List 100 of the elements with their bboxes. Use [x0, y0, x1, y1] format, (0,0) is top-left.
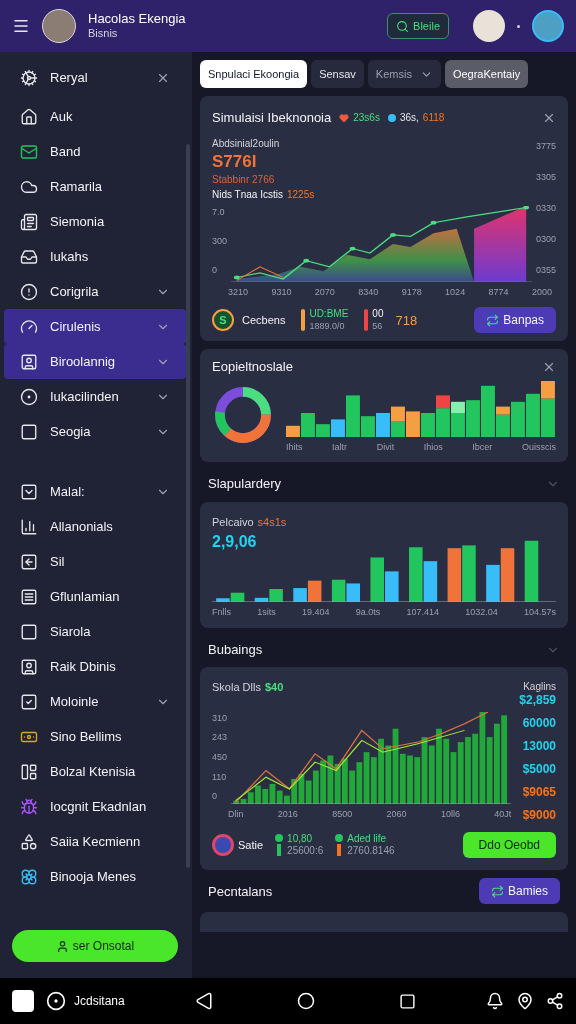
sidebar-item[interactable]: Biroolannig	[4, 344, 186, 379]
sidebar-item[interactable]: Sil	[4, 544, 186, 579]
avatar[interactable]	[473, 10, 505, 42]
back-icon[interactable]	[194, 992, 213, 1010]
axis-label: 40Jt	[494, 807, 512, 821]
map-pin-icon[interactable]	[516, 992, 534, 1010]
axis-label: 0300	[535, 233, 556, 247]
sidebar-item[interactable]: Bolzal Ktenisia	[4, 754, 186, 789]
chart-bar	[423, 561, 438, 603]
action-button[interactable]: Ddo Oeobd	[462, 832, 556, 859]
app-icon[interactable]	[12, 990, 34, 1012]
coin-badge: S	[212, 309, 234, 332]
stat-caption: 56	[372, 320, 384, 333]
stat-label-value: s4s1s	[257, 514, 287, 530]
axis-label: 104.57s	[523, 606, 556, 620]
action-button[interactable]: Banpas	[474, 307, 556, 334]
action-button[interactable]: ser Onsotal	[12, 930, 178, 962]
sidebar-item[interactable]: Iukahs	[4, 239, 186, 274]
sidebar-item[interactable]: Gflunlamian	[4, 579, 186, 614]
user-icon	[55, 939, 69, 953]
search-button[interactable]: Bleile	[387, 13, 449, 39]
axis-label: 2060	[386, 807, 407, 821]
axis-label: 3210	[228, 285, 249, 299]
stat-label: Skola Dlls	[212, 680, 261, 696]
axis-label: 110	[212, 770, 228, 784]
axis-label: 450	[212, 751, 228, 764]
sidebar-item[interactable]: Cirulenis	[4, 309, 186, 344]
legend-value: 6118	[422, 111, 445, 126]
sidebar-item[interactable]: Allanonials	[4, 509, 186, 544]
sidebar-item[interactable]: Malal:	[4, 474, 186, 509]
axis-label: Ibcer	[472, 440, 493, 454]
user-card-icon	[20, 352, 38, 371]
chart-bar	[421, 412, 435, 437]
sidebar-item[interactable]: Moloinle	[4, 684, 186, 719]
stat-label-value: $40	[264, 680, 284, 696]
stat-value: 2,9,06	[212, 532, 258, 553]
axis-label: Dlin	[228, 807, 244, 821]
home-icon[interactable]	[296, 992, 315, 1010]
sidebar-heading: Reryal	[50, 68, 89, 87]
share-icon[interactable]	[546, 992, 564, 1010]
chart-bar	[447, 548, 462, 603]
stat-value: Aded life	[347, 832, 388, 846]
menu-icon[interactable]	[12, 17, 30, 35]
axis-label: 0355	[535, 264, 556, 278]
toolbar-button[interactable]: OegraKentaiy	[444, 60, 529, 88]
chart-bar	[409, 547, 423, 603]
dot-circle-icon	[20, 387, 38, 406]
sidebar-item[interactable]: Iocgnit Ekadnlan	[4, 789, 186, 824]
footer-label: Cecbens	[242, 313, 286, 328]
legend-value: $9000	[522, 807, 556, 825]
stat-note-value: 1225s	[286, 187, 315, 202]
app-label: Jcdsitana	[74, 993, 125, 1010]
circle-icon[interactable]	[46, 991, 66, 1011]
close-icon[interactable]	[542, 360, 556, 374]
axis-label: 8774	[488, 285, 509, 299]
bell-icon[interactable]	[486, 992, 504, 1010]
legend-value: 13000	[522, 738, 556, 756]
sidebar-item[interactable]: Band	[4, 134, 186, 169]
axis-label: 8500	[332, 807, 353, 821]
gauge-icon	[20, 317, 38, 336]
tab[interactable]: Sensav	[311, 60, 364, 88]
axis-label: 0330	[535, 201, 556, 215]
stat-caption: 2760.8146	[347, 845, 395, 858]
sidebar-item[interactable]: Siemonia	[4, 204, 186, 239]
sidebar-item[interactable]: Auk	[4, 99, 186, 134]
sidebar-item[interactable]: Iukacilinden	[4, 379, 186, 414]
cog-icon	[20, 68, 38, 87]
axis-label: 2016	[277, 807, 298, 821]
bug-icon	[20, 797, 38, 816]
avatar[interactable]	[42, 9, 76, 43]
dropdown-square-icon	[20, 482, 38, 501]
sidebar-item[interactable]: Binooja Menes	[4, 859, 186, 894]
dropdown-tab[interactable]: Kemsis	[367, 60, 441, 88]
stat-caption: 1889.0/0	[309, 320, 346, 333]
sidebar-item[interactable]: Corigrila	[4, 274, 186, 309]
menu-square-icon	[20, 587, 38, 606]
axis-label: 243	[212, 731, 228, 745]
legend-title: Kaglins	[523, 680, 556, 695]
axis-label: 9a.0ts	[355, 606, 381, 620]
shapes-icon	[20, 832, 38, 851]
sidebar-item[interactable]: Siarola	[4, 614, 186, 649]
axis-label: Fnlls	[212, 606, 231, 620]
sidebar-item[interactable]: Saiia Kecmienn	[4, 824, 186, 859]
action-button[interactable]: Bamies	[479, 878, 560, 905]
tab[interactable]: Snpulaci Ekoongia	[200, 60, 308, 88]
alert-icon	[20, 282, 38, 301]
recent-apps-icon[interactable]	[398, 992, 416, 1010]
sidebar-item[interactable]: Sino Bellims	[4, 719, 186, 754]
axis-label: 2000	[531, 285, 552, 299]
axis-label: 0	[212, 264, 218, 278]
sidebar-item[interactable]: Ramarila	[4, 169, 186, 204]
legend-value: 60000	[522, 715, 556, 733]
check-square-icon	[20, 692, 38, 711]
avatar[interactable]	[532, 10, 564, 42]
chart-point	[303, 258, 310, 263]
sidebar-item[interactable]: Seogia	[4, 414, 186, 449]
layout-icon	[20, 762, 38, 781]
flower-icon	[20, 867, 38, 886]
axis-label: 1024	[445, 285, 466, 299]
sidebar-item[interactable]: Raik Dbinis	[4, 649, 186, 684]
